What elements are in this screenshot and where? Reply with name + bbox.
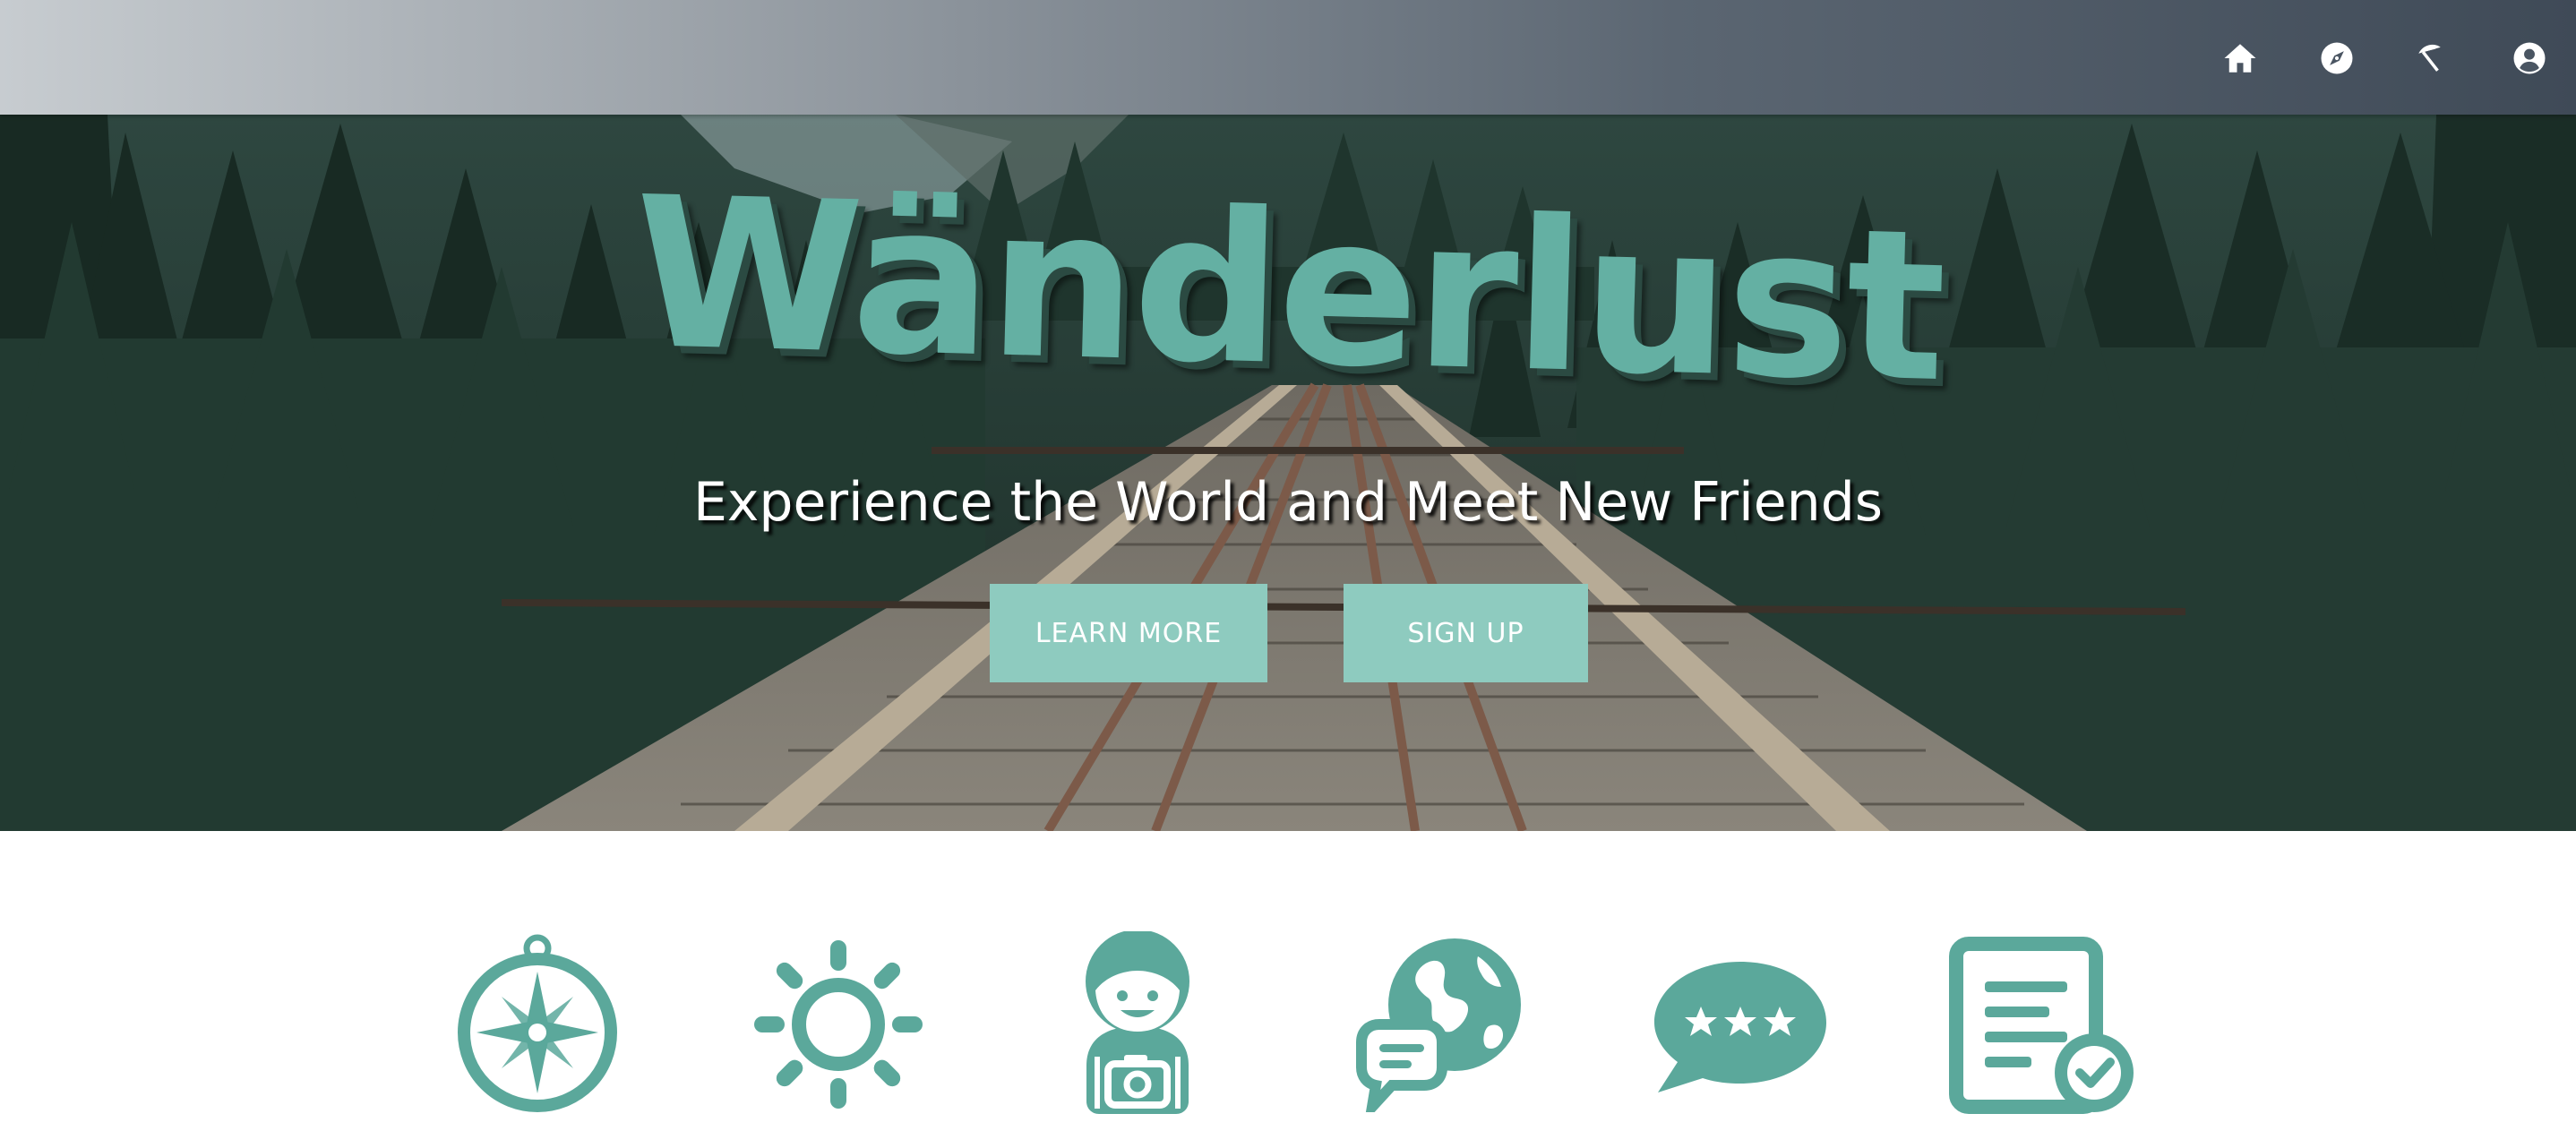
top-navigation-bar (0, 0, 2576, 115)
hero-banner: Wänderlust Experience the World and Meet… (0, 115, 2576, 831)
checklist-document-icon (1949, 937, 2135, 1114)
globe-chat-feature-icon (1354, 937, 1526, 1112)
learn-more-button[interactable]: LEARN MORE (990, 584, 1267, 682)
rating-speech-bubble-icon (1653, 956, 1828, 1096)
beach-umbrella-icon[interactable] (2414, 39, 2451, 77)
compass-icon[interactable] (2318, 39, 2356, 77)
account-icon[interactable] (2511, 39, 2548, 77)
sun-feature-icon (751, 937, 926, 1112)
compass-feature-icon (457, 934, 618, 1113)
home-icon[interactable] (2221, 39, 2259, 77)
traveler-camera-feature-icon (1079, 931, 1196, 1114)
sign-up-button[interactable]: SIGN UP (1344, 584, 1588, 682)
feature-icons-row (0, 831, 2576, 1148)
hero-subtitle: Experience the World and Meet New Friend… (692, 471, 1884, 534)
